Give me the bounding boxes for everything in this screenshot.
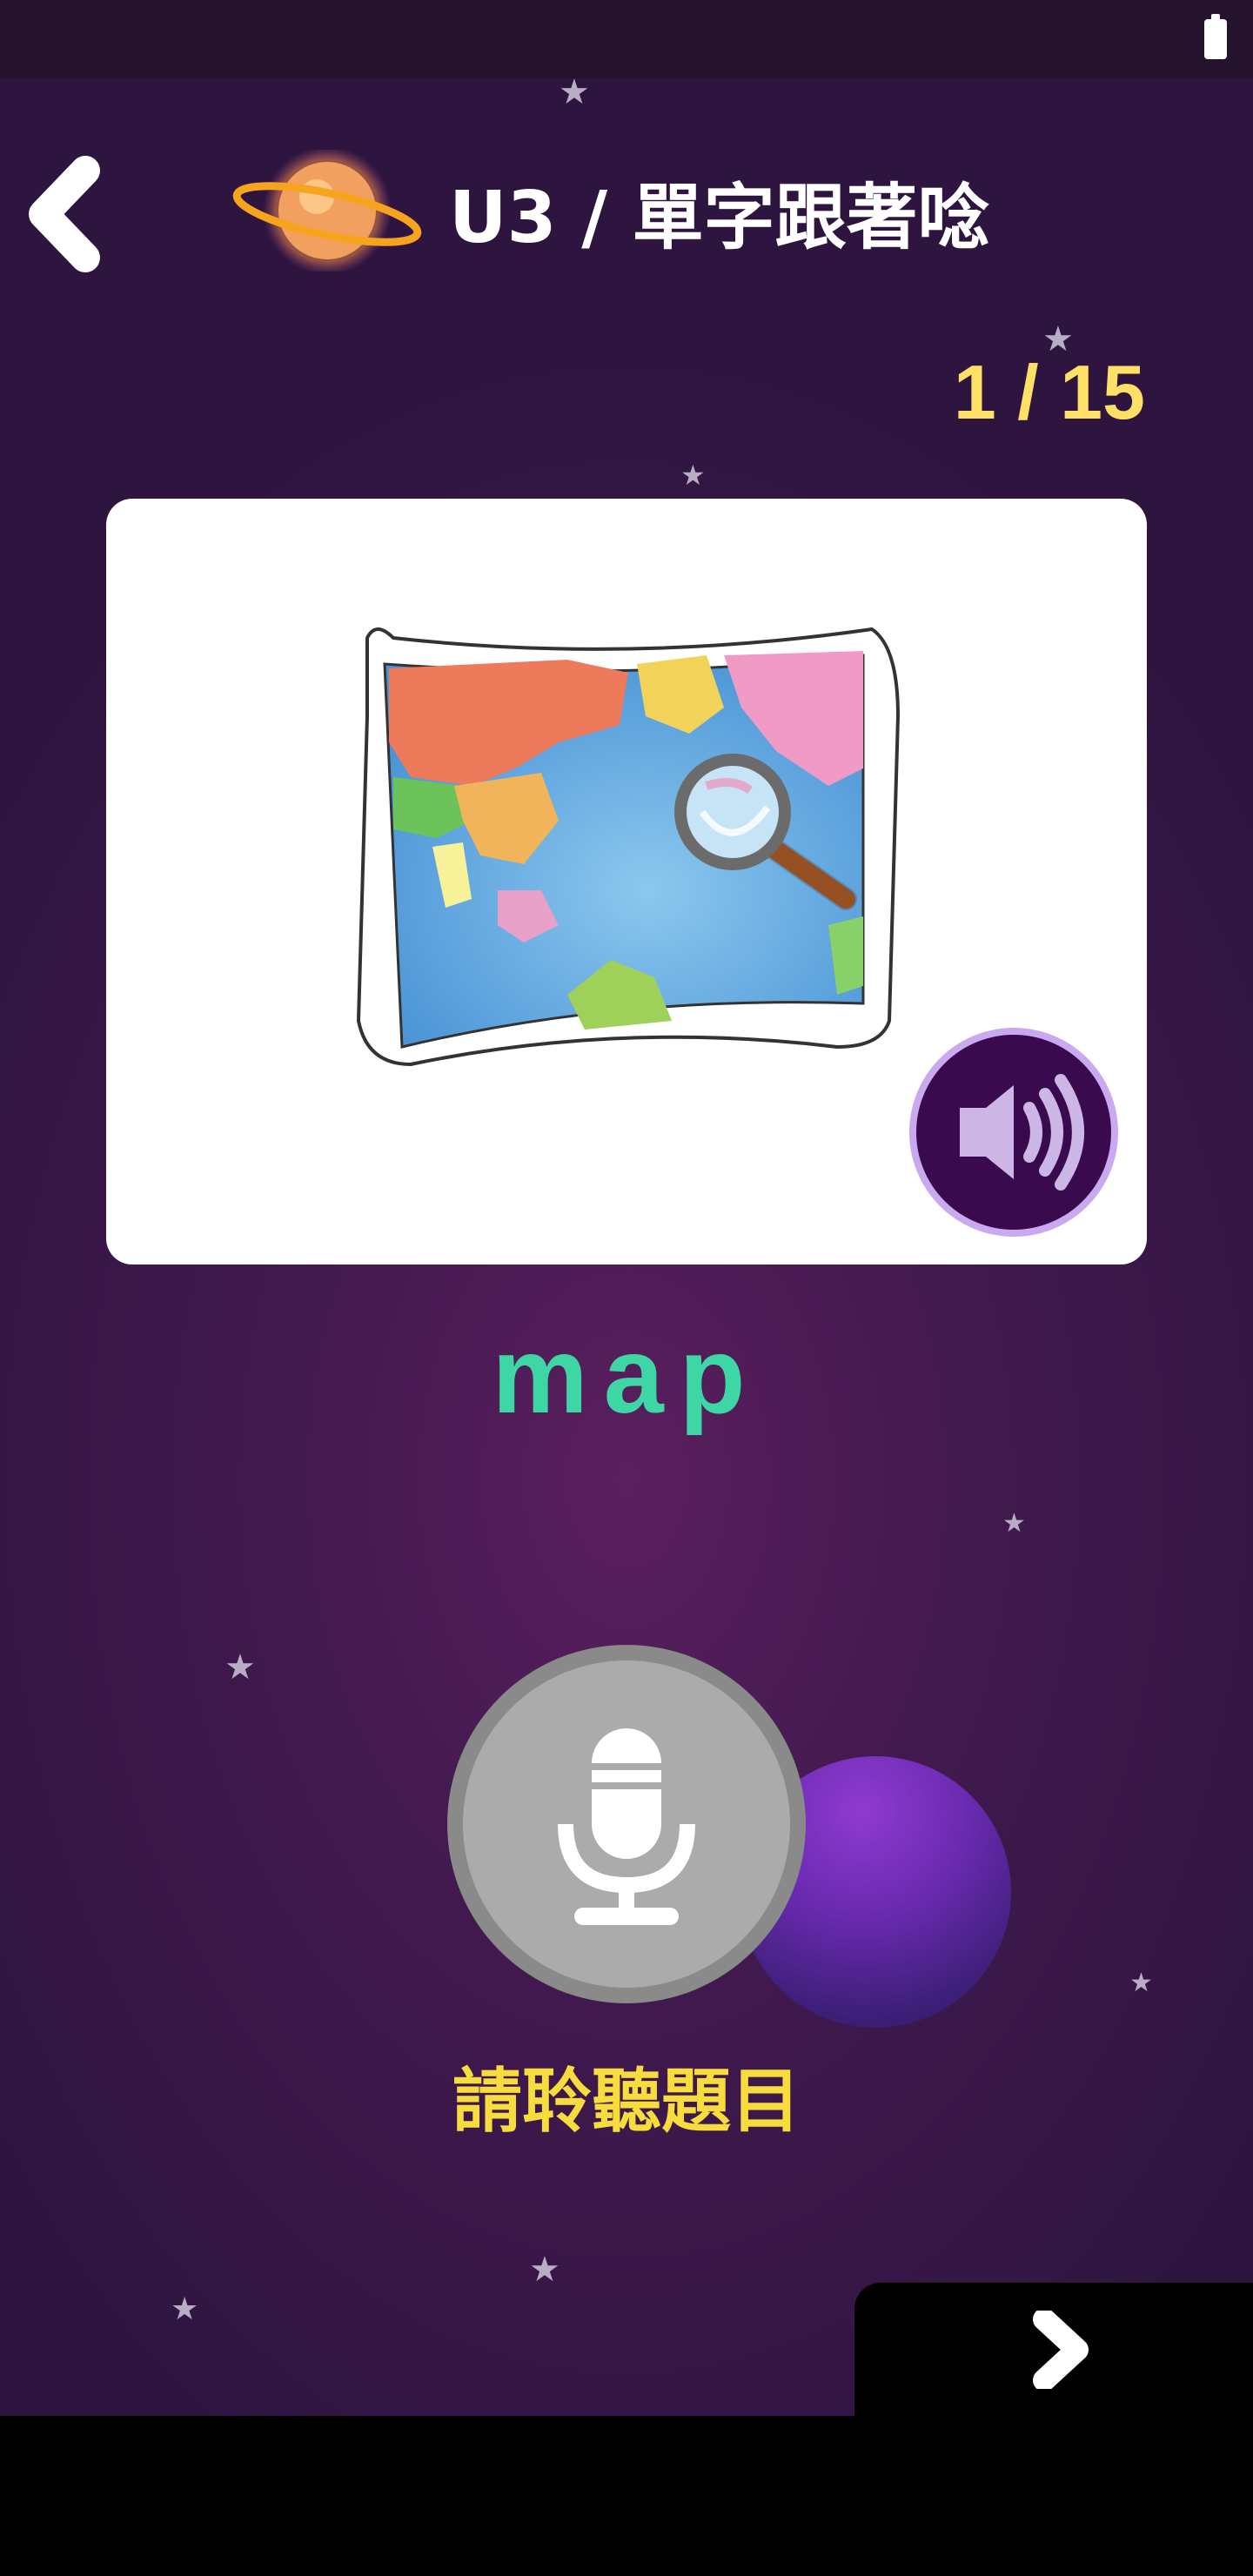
vocabulary-word: map (492, 1316, 761, 1436)
star-decoration: ★ (171, 2291, 199, 2327)
star-decoration: ★ (1002, 1508, 1026, 1539)
microphone-icon (558, 1728, 695, 1925)
record-button-face (463, 1660, 790, 1988)
next-button[interactable] (854, 2283, 1253, 2416)
star-decoration: ★ (224, 1647, 256, 1687)
play-audio-button[interactable] (909, 1028, 1118, 1237)
chevron-right-icon (1033, 2311, 1089, 2389)
system-navigation-bar (0, 2416, 1253, 2576)
battery-icon (1204, 14, 1227, 59)
back-button[interactable] (24, 155, 111, 273)
world-map-illustration (356, 627, 901, 1067)
star-decoration: ★ (559, 72, 590, 112)
record-button[interactable] (447, 1645, 806, 2003)
status-bar (0, 0, 1253, 78)
progress-counter: 1 / 15 (953, 349, 1145, 435)
chevron-left-icon (29, 156, 100, 272)
star-decoration: ★ (680, 459, 706, 492)
planet-icon (231, 146, 423, 275)
flashcard (106, 499, 1147, 1265)
instruction-text: 請聆聽題目 (452, 2061, 801, 2142)
page-title: U3 / 單字跟著唸 (449, 177, 989, 259)
star-decoration: ★ (1129, 1968, 1153, 1998)
speaker-volume-icon (960, 1074, 1084, 1191)
star-decoration: ★ (529, 2250, 560, 2290)
